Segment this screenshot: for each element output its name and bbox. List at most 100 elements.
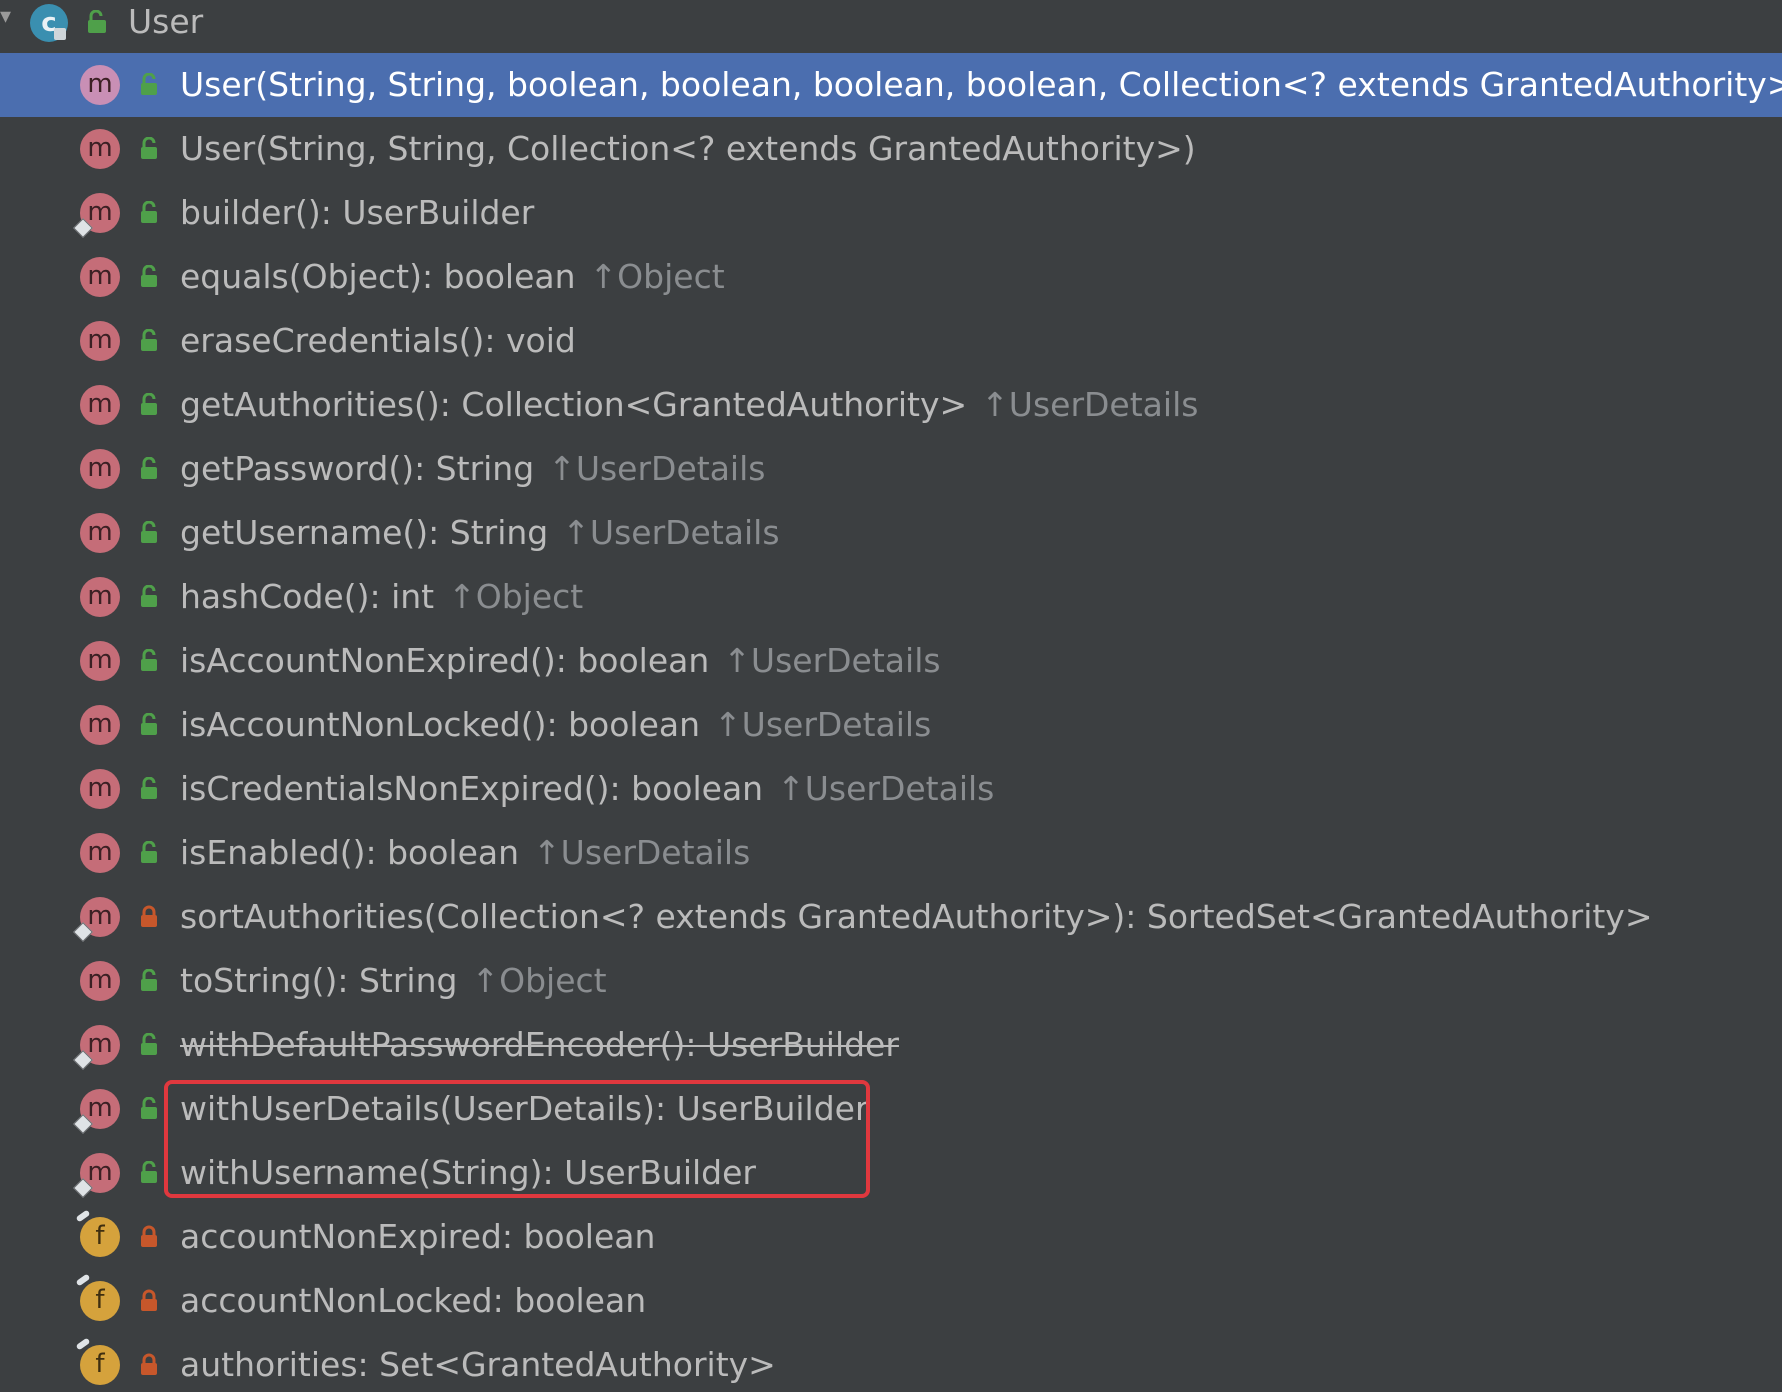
method-icon: m (80, 321, 120, 361)
member-signature: withUsername(String): UserBuilder (180, 1153, 756, 1192)
method-icon: m (80, 769, 120, 809)
structure-panel: ▾ c User m User(String, String, boolean, … (0, 0, 1782, 1392)
public-visibility-icon (141, 329, 157, 351)
method-row[interactable]: m isAccountNonLocked(): boolean ↑UserDetai… (0, 693, 1782, 757)
signature-text: withUserDetails(UserDetails): UserBuilde… (180, 1089, 869, 1128)
method-row[interactable]: m isAccountNonExpired(): boolean ↑UserDeta… (0, 629, 1782, 693)
public-visibility-icon (141, 521, 157, 543)
method-icon: m (80, 577, 120, 617)
member-signature: getUsername(): String ↑UserDetails (180, 513, 780, 552)
public-visibility-icon (141, 201, 157, 223)
method-row[interactable]: m getUsername(): String ↑UserDetails (0, 501, 1782, 565)
signature-text: sortAuthorities(Collection<? extends Gra… (180, 897, 1653, 936)
signature-text: equals(Object): boolean (180, 257, 576, 296)
public-visibility-icon (141, 1161, 157, 1183)
field-icon: f (80, 1345, 120, 1385)
signature-text: eraseCredentials(): void (180, 321, 576, 360)
public-visibility-icon (141, 713, 157, 735)
method-icon: m (80, 257, 120, 297)
inherited-from-label: ↑Object (448, 577, 584, 616)
signature-text: accountNonExpired: boolean (180, 1217, 656, 1256)
class-name-label: User (128, 2, 204, 41)
method-icon: m (80, 449, 120, 489)
field-row[interactable]: f accountNonLocked: boolean (0, 1269, 1782, 1333)
field-row[interactable]: f accountNonExpired: boolean (0, 1205, 1782, 1269)
member-signature: isAccountNonLocked(): boolean ↑UserDetail… (180, 705, 931, 744)
method-row[interactable]: m withUserDetails(UserDetails): UserBuild… (0, 1077, 1782, 1141)
method-row[interactable]: m sortAuthorities(Collection<? extends Gr… (0, 885, 1782, 949)
method-icon: m (80, 129, 120, 169)
signature-text: accountNonLocked: boolean (180, 1281, 647, 1320)
signature-text: isCredentialsNonExpired(): boolean (180, 769, 764, 808)
inherited-from-label: ↑UserDetails (981, 385, 1199, 424)
public-visibility-icon (141, 265, 157, 287)
method-row[interactable]: m getPassword(): String ↑UserDetails (0, 437, 1782, 501)
public-visibility-icon (141, 457, 157, 479)
member-signature: getPassword(): String ↑UserDetails (180, 449, 765, 488)
public-visibility-icon (141, 649, 157, 671)
public-visibility-icon (141, 393, 157, 415)
method-row[interactable]: m equals(Object): boolean ↑Object (0, 245, 1782, 309)
method-icon: m (80, 705, 120, 745)
private-lock-icon (141, 1353, 157, 1375)
member-signature: withDefaultPasswordEncoder(): UserBuilde… (180, 1025, 899, 1064)
inherited-from-label: ↑UserDetails (723, 641, 941, 680)
signature-text: User(String, String, boolean, boolean, b… (180, 65, 1782, 104)
member-signature: isAccountNonExpired(): boolean ↑UserDetai… (180, 641, 941, 680)
method-row[interactable]: m User(String, String, Collection<? exten… (0, 117, 1782, 181)
method-row[interactable]: m toString(): String ↑Object (0, 949, 1782, 1013)
method-row[interactable]: m withDefaultPasswordEncoder(): UserBuild… (0, 1013, 1782, 1077)
method-icon: m (80, 513, 120, 553)
field-row[interactable]: f authorities: Set<GrantedAuthority> (0, 1333, 1782, 1392)
public-visibility-icon (141, 585, 157, 607)
member-signature: authorities: Set<GrantedAuthority> (180, 1345, 776, 1384)
lock-badge-icon (54, 28, 66, 40)
signature-text: hashCode(): int (180, 577, 435, 616)
private-lock-icon (141, 1289, 157, 1311)
inherited-from-label: ↑Object (471, 961, 607, 1000)
member-signature: User(String, String, boolean, boolean, b… (180, 65, 1782, 104)
method-row[interactable]: m isEnabled(): boolean ↑UserDetails (0, 821, 1782, 885)
method-row[interactable]: m User(String, String, boolean, boolean, … (0, 53, 1782, 117)
collapse-arrow-icon[interactable]: ▾ (0, 4, 11, 29)
inherited-from-label: ↑UserDetails (533, 833, 751, 872)
method-icon: m (80, 385, 120, 425)
member-signature: sortAuthorities(Collection<? extends Gra… (180, 897, 1652, 936)
inherited-from-label: ↑UserDetails (777, 769, 995, 808)
method-row[interactable]: m getAuthorities(): Collection<GrantedAut… (0, 373, 1782, 437)
signature-text: getUsername(): String (180, 513, 549, 552)
member-signature: toString(): String ↑Object (180, 961, 607, 1000)
signature-text: getAuthorities(): Collection<GrantedAuth… (180, 385, 968, 424)
method-row[interactable]: m isCredentialsNonExpired(): boolean ↑User… (0, 757, 1782, 821)
private-lock-icon (141, 905, 157, 927)
public-visibility-icon (141, 1033, 157, 1055)
method-row[interactable]: m hashCode(): int ↑Object (0, 565, 1782, 629)
field-icon: f (80, 1281, 120, 1321)
public-visibility-icon (141, 73, 157, 95)
signature-text: authorities: Set<GrantedAuthority> (180, 1345, 776, 1384)
field-icon: f (80, 1217, 120, 1257)
public-visibility-icon (141, 1097, 157, 1119)
inherited-from-label: ↑UserDetails (548, 449, 766, 488)
signature-text: isEnabled(): boolean (180, 833, 520, 872)
public-visibility-icon (141, 841, 157, 863)
method-icon: m (80, 641, 120, 681)
member-signature: accountNonLocked: boolean (180, 1281, 646, 1320)
signature-text: getPassword(): String (180, 449, 535, 488)
method-icon: m (80, 961, 120, 1001)
method-icon: m (80, 833, 120, 873)
inherited-from-label: ↑UserDetails (562, 513, 780, 552)
member-signature: isCredentialsNonExpired(): boolean ↑UserD… (180, 769, 994, 808)
member-signature: equals(Object): boolean ↑Object (180, 257, 725, 296)
method-row[interactable]: m eraseCredentials(): void (0, 309, 1782, 373)
method-row[interactable]: m builder(): UserBuilder (0, 181, 1782, 245)
method-icon: m (80, 65, 120, 105)
member-signature: getAuthorities(): Collection<GrantedAuth… (180, 385, 1198, 424)
member-signature: builder(): UserBuilder (180, 193, 534, 232)
member-signature: accountNonExpired: boolean (180, 1217, 655, 1256)
member-signature: withUserDetails(UserDetails): UserBuilde… (180, 1089, 869, 1128)
method-row[interactable]: m withUsername(String): UserBuilder (0, 1141, 1782, 1205)
signature-text: withDefaultPasswordEncoder(): UserBuilde… (180, 1025, 899, 1064)
tree-root-user-class[interactable]: ▾ c User (0, 0, 1782, 44)
public-visibility-icon (141, 137, 157, 159)
